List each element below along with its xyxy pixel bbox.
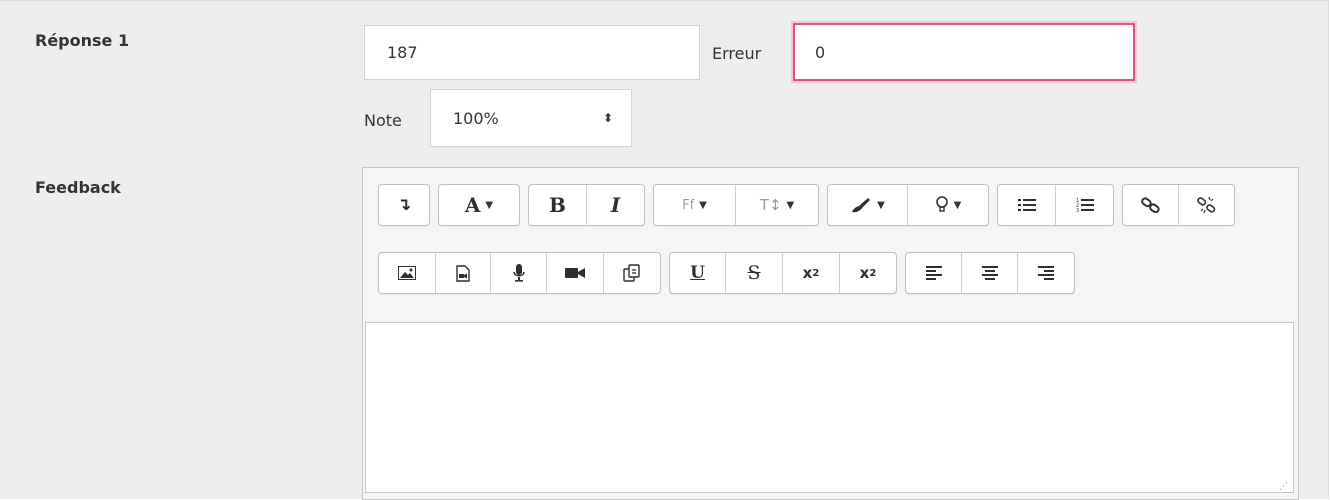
toolbar-group-style: A ▼ bbox=[438, 184, 520, 226]
background-color-icon[interactable]: ▼ bbox=[908, 185, 988, 225]
media-file-icon[interactable] bbox=[436, 253, 491, 293]
subscript-icon[interactable]: x2 bbox=[783, 253, 840, 293]
bold-icon[interactable]: B bbox=[529, 185, 587, 225]
toolbar-group-color: ▼ ▼ bbox=[827, 184, 989, 226]
italic-icon[interactable]: I bbox=[587, 185, 644, 225]
feedback-textarea[interactable] bbox=[365, 322, 1294, 493]
superscript-icon[interactable]: x2 bbox=[840, 253, 896, 293]
feedback-label: Feedback bbox=[35, 178, 121, 197]
toolbar-group-links bbox=[1122, 184, 1235, 226]
collapse-toggle-icon[interactable]: ↴ bbox=[379, 185, 429, 225]
error-input[interactable]: 0 bbox=[793, 23, 1135, 81]
ordered-list-icon[interactable]: 123 bbox=[1056, 185, 1113, 225]
font-family-icon[interactable]: Ff ▼ bbox=[654, 185, 736, 225]
toolbar-group-font: Ff ▼ T↕ ▼ bbox=[653, 184, 819, 226]
toolbar-row-2: U S x2 x2 bbox=[378, 252, 1083, 294]
font-color-icon[interactable]: ▼ bbox=[828, 185, 908, 225]
select-arrows-icon: ⬍ bbox=[602, 111, 613, 125]
align-right-icon[interactable] bbox=[1018, 253, 1074, 293]
manage-files-icon[interactable] bbox=[604, 253, 660, 293]
answer-panel: Réponse 1 187 Erreur 0 Note 100% ⬍ Feedb… bbox=[0, 0, 1329, 500]
toolbar-group-bold-italic: B I bbox=[528, 184, 645, 226]
grade-select-value: 100% bbox=[453, 108, 499, 128]
image-icon[interactable] bbox=[379, 253, 436, 293]
link-icon[interactable] bbox=[1123, 185, 1179, 225]
toolbar-group-lists: 123 bbox=[997, 184, 1114, 226]
record-video-icon[interactable] bbox=[547, 253, 604, 293]
strikethrough-icon[interactable]: S bbox=[726, 253, 783, 293]
svg-text:3: 3 bbox=[1076, 208, 1079, 213]
toolbar-group-media bbox=[378, 252, 661, 294]
grade-select[interactable]: 100% ⬍ bbox=[430, 89, 632, 147]
align-center-icon[interactable] bbox=[962, 253, 1018, 293]
toolbar-row-1: ↴ A ▼ B I Ff ▼ T↕ ▼ ▼ ▼ 1 2 3 bbox=[378, 184, 1243, 226]
underline-icon[interactable]: U bbox=[670, 253, 726, 293]
font-size-icon[interactable]: T↕ ▼ bbox=[736, 185, 818, 225]
toolbar-group-align bbox=[905, 252, 1075, 294]
feedback-editor: ↴ A ▼ B I Ff ▼ T↕ ▼ ▼ ▼ 1 2 3 U S x 2 x … bbox=[362, 167, 1299, 500]
grade-label: Note bbox=[364, 111, 402, 130]
error-label: Erreur bbox=[712, 44, 762, 63]
answer-input[interactable]: 187 bbox=[364, 25, 700, 80]
align-left-icon[interactable] bbox=[906, 253, 962, 293]
answer-label: Réponse 1 bbox=[35, 31, 130, 50]
toolbar-group-format: U S x2 x2 bbox=[669, 252, 897, 294]
unordered-list-icon[interactable] bbox=[998, 185, 1056, 225]
toolbar-group-collapse: ↴ bbox=[378, 184, 430, 226]
record-audio-icon[interactable] bbox=[491, 253, 547, 293]
resize-grip-icon[interactable]: ⋰ bbox=[1279, 483, 1288, 492]
unlink-icon[interactable] bbox=[1179, 185, 1234, 225]
paragraph-style-icon[interactable]: A ▼ bbox=[439, 185, 519, 225]
